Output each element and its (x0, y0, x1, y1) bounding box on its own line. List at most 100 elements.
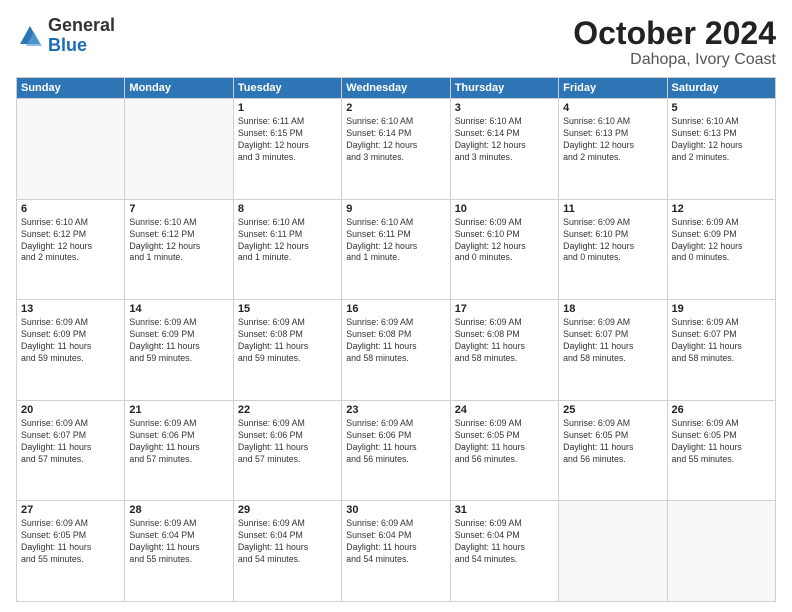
day-number: 1 (238, 102, 337, 114)
day-number: 29 (238, 504, 337, 516)
day-number: 13 (21, 303, 120, 315)
calendar-cell: 25Sunrise: 6:09 AMSunset: 6:05 PMDayligh… (559, 400, 667, 501)
weekday-header-row: Sunday Monday Tuesday Wednesday Thursday… (17, 78, 776, 99)
calendar-cell: 24Sunrise: 6:09 AMSunset: 6:05 PMDayligh… (450, 400, 558, 501)
header-sunday: Sunday (17, 78, 125, 99)
calendar-subtitle: Dahopa, Ivory Coast (573, 51, 776, 69)
day-number: 21 (129, 404, 228, 416)
calendar-cell: 19 Sunrise: 6:09 AMSunset: 6:07 PMDayligh… (667, 300, 775, 401)
logo-icon (16, 22, 44, 50)
calendar-week-1: 1 Sunrise: 6:11 AMSunset: 6:15 PMDaylight… (17, 99, 776, 200)
calendar-header: Sunday Monday Tuesday Wednesday Thursday… (17, 78, 776, 99)
day-info: Sunrise: 6:09 AMSunset: 6:07 PMDaylight:… (563, 317, 662, 365)
calendar-cell: 9Sunrise: 6:10 AMSunset: 6:11 PMDaylight… (342, 199, 450, 300)
calendar-cell: 8 Sunrise: 6:10 AMSunset: 6:11 PMDaylight… (233, 199, 341, 300)
calendar-cell: 16Sunrise: 6:09 AMSunset: 6:08 PMDayligh… (342, 300, 450, 401)
day-number: 3 (455, 102, 554, 114)
calendar-cell: 17Sunrise: 6:09 AMSunset: 6:08 PMDayligh… (450, 300, 558, 401)
day-info: Sunrise: 6:09 AMSunset: 6:07 PMDaylight:… (21, 418, 120, 466)
day-number: 20 (21, 404, 120, 416)
day-number: 18 (563, 303, 662, 315)
day-info: Sunrise: 6:10 AMSunset: 6:13 PMDaylight:… (563, 116, 662, 164)
header-friday: Friday (559, 78, 667, 99)
calendar-cell: 12 Sunrise: 6:09 AMSunset: 6:09 PMDayligh… (667, 199, 775, 300)
calendar-cell (559, 501, 667, 602)
calendar-cell (667, 501, 775, 602)
day-number: 31 (455, 504, 554, 516)
calendar-body: 1 Sunrise: 6:11 AMSunset: 6:15 PMDaylight… (17, 99, 776, 602)
calendar-cell: 27 Sunrise: 6:09 AMSunset: 6:05 PMDayligh… (17, 501, 125, 602)
day-number: 7 (129, 203, 228, 215)
logo-line1: General (48, 16, 115, 36)
calendar-cell: 15Sunrise: 6:09 AMSunset: 6:08 PMDayligh… (233, 300, 341, 401)
calendar-cell: 23 Sunrise: 6:09 AMSunset: 6:06 PMDayligh… (342, 400, 450, 501)
day-info: Sunrise: 6:10 AMSunset: 6:13 PMDaylight:… (672, 116, 771, 164)
day-number: 4 (563, 102, 662, 114)
calendar-cell: 10Sunrise: 6:09 AMSunset: 6:10 PMDayligh… (450, 199, 558, 300)
day-number: 12 (672, 203, 771, 215)
day-info: Sunrise: 6:09 AMSunset: 6:05 PMDaylight:… (563, 418, 662, 466)
day-info: Sunrise: 6:09 AMSunset: 6:09 PMDaylight:… (21, 317, 120, 365)
day-number: 10 (455, 203, 554, 215)
day-info: Sunrise: 6:09 AMSunset: 6:06 PMDaylight:… (346, 418, 445, 466)
header-thursday: Thursday (450, 78, 558, 99)
header-monday: Monday (125, 78, 233, 99)
logo-line2: Blue (48, 36, 115, 56)
day-info: Sunrise: 6:09 AMSunset: 6:09 PMDaylight:… (672, 217, 771, 265)
page: General Blue October 2024 Dahopa, Ivory … (0, 0, 792, 612)
calendar-cell: 4 Sunrise: 6:10 AMSunset: 6:13 PMDaylight… (559, 99, 667, 200)
day-number: 8 (238, 203, 337, 215)
title-block: October 2024 Dahopa, Ivory Coast (573, 16, 776, 69)
calendar-cell: 28Sunrise: 6:09 AMSunset: 6:04 PMDayligh… (125, 501, 233, 602)
day-info: Sunrise: 6:09 AMSunset: 6:10 PMDaylight:… (563, 217, 662, 265)
header-wednesday: Wednesday (342, 78, 450, 99)
day-info: Sunrise: 6:09 AMSunset: 6:05 PMDaylight:… (672, 418, 771, 466)
day-number: 24 (455, 404, 554, 416)
calendar-cell (17, 99, 125, 200)
day-number: 30 (346, 504, 445, 516)
day-info: Sunrise: 6:09 AMSunset: 6:06 PMDaylight:… (129, 418, 228, 466)
day-number: 19 (672, 303, 771, 315)
calendar-cell: 29 Sunrise: 6:09 AMSunset: 6:04 PMDayligh… (233, 501, 341, 602)
logo-text: General Blue (48, 16, 115, 56)
day-info: Sunrise: 6:09 AMSunset: 6:08 PMDaylight:… (455, 317, 554, 365)
day-info: Sunrise: 6:09 AMSunset: 6:08 PMDaylight:… (346, 317, 445, 365)
day-info: Sunrise: 6:10 AMSunset: 6:12 PMDaylight:… (21, 217, 120, 265)
day-info: Sunrise: 6:09 AMSunset: 6:04 PMDaylight:… (238, 518, 337, 566)
calendar-cell: 22 Sunrise: 6:09 AMSunset: 6:06 PMDayligh… (233, 400, 341, 501)
day-info: Sunrise: 6:09 AMSunset: 6:04 PMDaylight:… (346, 518, 445, 566)
calendar-cell: 3 Sunrise: 6:10 AMSunset: 6:14 PMDaylight… (450, 99, 558, 200)
header-tuesday: Tuesday (233, 78, 341, 99)
day-number: 28 (129, 504, 228, 516)
calendar-cell (125, 99, 233, 200)
day-info: Sunrise: 6:11 AMSunset: 6:15 PMDaylight:… (238, 116, 337, 164)
day-info: Sunrise: 6:09 AMSunset: 6:06 PMDaylight:… (238, 418, 337, 466)
calendar-cell: 11Sunrise: 6:09 AMSunset: 6:10 PMDayligh… (559, 199, 667, 300)
day-info: Sunrise: 6:10 AMSunset: 6:14 PMDaylight:… (455, 116, 554, 164)
header-saturday: Saturday (667, 78, 775, 99)
calendar-cell: 1 Sunrise: 6:11 AMSunset: 6:15 PMDaylight… (233, 99, 341, 200)
day-info: Sunrise: 6:09 AMSunset: 6:07 PMDaylight:… (672, 317, 771, 365)
day-info: Sunrise: 6:10 AMSunset: 6:11 PMDaylight:… (238, 217, 337, 265)
day-number: 27 (21, 504, 120, 516)
day-number: 26 (672, 404, 771, 416)
calendar-cell: 6Sunrise: 6:10 AMSunset: 6:12 PMDaylight… (17, 199, 125, 300)
day-info: Sunrise: 6:09 AMSunset: 6:04 PMDaylight:… (455, 518, 554, 566)
day-info: Sunrise: 6:09 AMSunset: 6:09 PMDaylight:… (129, 317, 228, 365)
day-info: Sunrise: 6:09 AMSunset: 6:05 PMDaylight:… (21, 518, 120, 566)
calendar-cell: 7 Sunrise: 6:10 AMSunset: 6:12 PMDaylight… (125, 199, 233, 300)
day-number: 2 (346, 102, 445, 114)
calendar-cell: 2Sunrise: 6:10 AMSunset: 6:14 PMDaylight… (342, 99, 450, 200)
day-info: Sunrise: 6:09 AMSunset: 6:08 PMDaylight:… (238, 317, 337, 365)
day-number: 22 (238, 404, 337, 416)
calendar-week-5: 27 Sunrise: 6:09 AMSunset: 6:05 PMDayligh… (17, 501, 776, 602)
header: General Blue October 2024 Dahopa, Ivory … (16, 16, 776, 69)
day-info: Sunrise: 6:10 AMSunset: 6:11 PMDaylight:… (346, 217, 445, 265)
calendar-cell: 5Sunrise: 6:10 AMSunset: 6:13 PMDaylight… (667, 99, 775, 200)
day-number: 23 (346, 404, 445, 416)
calendar-table: Sunday Monday Tuesday Wednesday Thursday… (16, 77, 776, 602)
calendar-title: October 2024 (573, 16, 776, 51)
day-info: Sunrise: 6:10 AMSunset: 6:12 PMDaylight:… (129, 217, 228, 265)
calendar-cell: 13 Sunrise: 6:09 AMSunset: 6:09 PMDayligh… (17, 300, 125, 401)
calendar-cell: 26 Sunrise: 6:09 AMSunset: 6:05 PMDayligh… (667, 400, 775, 501)
